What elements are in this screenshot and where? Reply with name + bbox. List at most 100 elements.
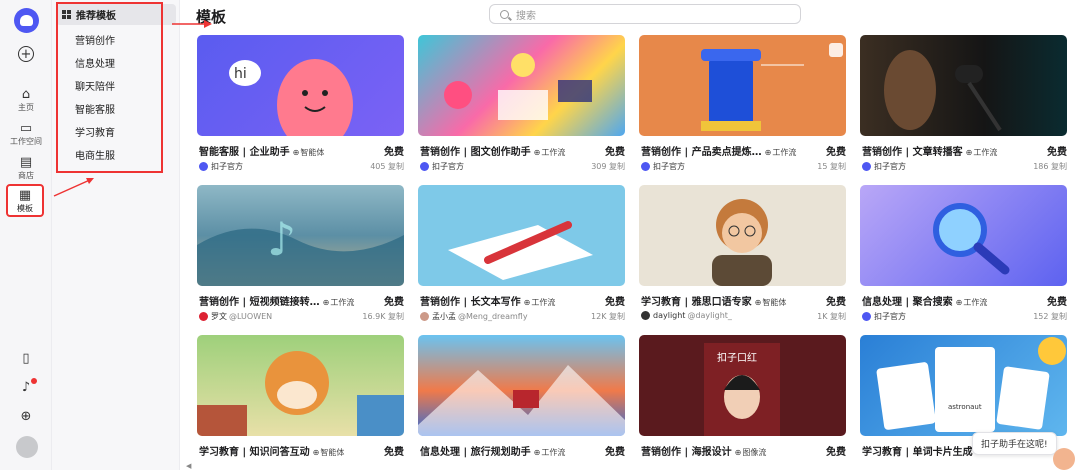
card-author: daylight @daylight_ xyxy=(641,311,732,320)
card-uses: 186 复制 xyxy=(1033,162,1067,171)
card-price: 免费 xyxy=(826,147,846,158)
template-card[interactable]: 营销创作 | 长文本写作工作流 免费 孟小孟@Meng_dreamfly 12K… xyxy=(418,185,625,325)
poster-text: 扣子口红 xyxy=(717,351,757,364)
card-tag: 工作流 xyxy=(765,148,797,157)
card-image: astronaut xyxy=(860,335,1067,436)
card-uses: 309 复制 xyxy=(591,162,625,171)
card-price: 免费 xyxy=(605,297,625,308)
card-title: 营销创作 | 文章转播客工作流 xyxy=(862,143,1022,158)
template-icon: ▦ xyxy=(18,188,32,203)
template-card[interactable]: ♪ 营销创作 | 短视频链接转…工作流 免费 罗文@LUOWEN 16.9K 复… xyxy=(197,185,404,325)
card-title: 营销创作 | 海报设计图像流 xyxy=(641,443,801,458)
card-uses: 16.9K 复制 xyxy=(362,312,404,321)
card-uses: 12K 复制 xyxy=(591,312,625,321)
template-card[interactable]: 营销创作 | 文章转播客工作流 免费 扣子官方 186 复制 xyxy=(860,35,1067,175)
author-avatar xyxy=(641,162,650,171)
card-tag: 图像流 xyxy=(735,448,767,457)
card-image xyxy=(418,35,625,136)
wave-illustration: ♪ xyxy=(197,212,404,286)
assistant-avatar[interactable] xyxy=(1053,448,1075,470)
card-title: 营销创作 | 短视频链接转…工作流 xyxy=(199,293,359,308)
template-card[interactable]: hi 智能客服 | 企业助手智能体 免费 扣子官方 405 复制 xyxy=(197,35,404,175)
card-tag: 工作流 xyxy=(534,448,566,457)
poster-illustration: 扣子口红 xyxy=(704,343,780,436)
mountains-illustration xyxy=(418,365,625,436)
template-card[interactable]: 信息处理 | 聚合搜索工作流 免费 扣子官方 152 复制 xyxy=(860,185,1067,325)
card-price: 免费 xyxy=(384,147,404,158)
card-image xyxy=(197,335,404,436)
terminal-icon: ▭ xyxy=(19,121,33,136)
svg-text:♪: ♪ xyxy=(267,212,296,266)
author-avatar xyxy=(199,162,208,171)
card-uses: 15 复制 xyxy=(817,162,846,171)
author-avatar xyxy=(199,312,208,321)
home-icon: ⌂ xyxy=(21,87,31,102)
app-rail: + ⌂ 主页 ▭ 工作空间 ▤ 商店 ▦ 模板 ▯ ♪ ⊕ xyxy=(0,0,52,470)
card-author: 扣子官方 xyxy=(641,161,685,172)
card-title: 信息处理 | 聚合搜索工作流 xyxy=(862,293,1022,308)
card-image xyxy=(639,185,846,286)
card-author: 孟小孟 @Meng_dreamfly xyxy=(420,311,528,322)
flashcards-illustration: astronaut xyxy=(876,337,1066,432)
templates-main: 模板 搜索 hi 智能客服 | 企业助手智能体 免费 扣子官方 405 复制 营… xyxy=(180,0,1080,470)
card-image: ♪ xyxy=(197,185,404,286)
card-price: 免费 xyxy=(1047,297,1067,308)
card-tag: 智能体 xyxy=(313,448,345,457)
card-image xyxy=(860,35,1067,136)
template-card[interactable]: 学习教育 | 知识问答互动智能体 免费 xyxy=(197,335,404,470)
card-title: 营销创作 | 图文创作助手工作流 xyxy=(420,143,580,158)
app-logo-icon[interactable] xyxy=(14,8,39,33)
card-image xyxy=(639,35,846,136)
card-tag: 智能体 xyxy=(755,298,787,307)
card-price: 免费 xyxy=(826,297,846,308)
card-tag: 工作流 xyxy=(534,148,566,157)
rail-item-workspace[interactable]: ▭ 工作空间 xyxy=(0,122,52,147)
upload-icon[interactable]: ⊕ xyxy=(0,410,52,424)
search-icon xyxy=(500,9,509,19)
author-avatar xyxy=(420,162,429,171)
magnifier-illustration xyxy=(933,203,1010,275)
card-price: 免费 xyxy=(605,447,625,458)
mascot-illustration: hi xyxy=(229,59,353,136)
card-tag: 工作流 xyxy=(966,148,998,157)
notification-dot xyxy=(31,378,37,384)
card-uses: 405 复制 xyxy=(370,162,404,171)
shiba-illustration xyxy=(197,351,404,436)
assistant-bubble[interactable]: 扣子助手在这呢! xyxy=(972,432,1057,455)
card-image: hi xyxy=(197,35,404,136)
rail-item-templates[interactable]: ▦ 模板 xyxy=(6,184,44,217)
card-title: 营销创作 | 长文本写作工作流 xyxy=(420,293,580,308)
card-author: 扣子官方 xyxy=(862,161,906,172)
card-title: 信息处理 | 旅行规划助手工作流 xyxy=(420,443,580,458)
store-icon: ▤ xyxy=(19,155,33,170)
scroll-left-icon[interactable]: ◀ xyxy=(186,462,191,470)
card-tag: 智能体 xyxy=(293,148,325,157)
create-plus-icon[interactable]: + xyxy=(18,46,34,62)
author-avatar xyxy=(862,312,871,321)
template-card[interactable]: 营销创作 | 产品卖点提炼…工作流 免费 扣子官方 15 复制 xyxy=(639,35,846,175)
template-card[interactable]: 扣子口红 营销创作 | 海报设计图像流 免费 xyxy=(639,335,846,470)
docs-icon[interactable]: ▯ xyxy=(0,352,52,366)
portrait-illustration xyxy=(712,199,772,286)
card-price: 免费 xyxy=(1047,147,1067,158)
card-price: 免费 xyxy=(826,447,846,458)
bell-icon[interactable]: ♪ xyxy=(0,381,52,395)
rail-item-store[interactable]: ▤ 商店 xyxy=(0,156,52,181)
card-title: 智能客服 | 企业助手智能体 xyxy=(199,143,359,158)
card-title: 学习教育 | 雅思口语专家智能体 xyxy=(641,293,801,308)
card-image: 扣子口红 xyxy=(639,335,846,436)
hi-text: hi xyxy=(234,66,247,82)
page-title: 模板 xyxy=(196,8,227,26)
search-input[interactable]: 搜索 xyxy=(489,4,801,24)
card-author: 扣子官方 xyxy=(862,311,906,322)
template-card[interactable]: 营销创作 | 图文创作助手工作流 免费 扣子官方 309 复制 xyxy=(418,35,625,175)
rail-item-home[interactable]: ⌂ 主页 xyxy=(0,88,52,113)
user-avatar[interactable] xyxy=(16,436,38,458)
card-image xyxy=(418,185,625,286)
author-avatar xyxy=(641,311,650,320)
template-card[interactable]: 信息处理 | 旅行规划助手工作流 免费 xyxy=(418,335,625,470)
template-card[interactable]: 学习教育 | 雅思口语专家智能体 免费 daylight@daylight_ 1… xyxy=(639,185,846,325)
card-title: 营销创作 | 产品卖点提炼…工作流 xyxy=(641,143,801,158)
annotation-box xyxy=(56,2,163,173)
card-price: 免费 xyxy=(605,147,625,158)
